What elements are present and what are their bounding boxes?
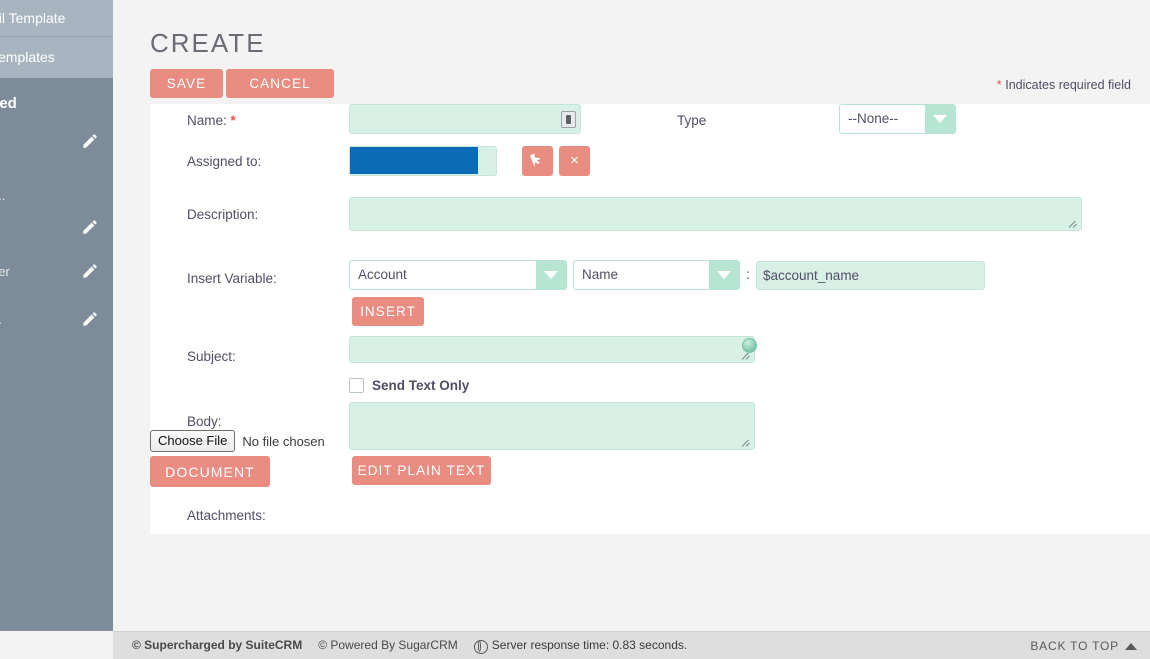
sidebar-list-item-label: .... [0,188,6,203]
app-root: ail Template Templates ved .... - [0,0,1150,659]
assigned-to-clear-button[interactable]: × [559,146,590,176]
send-text-only-label: Send Text Only [372,378,470,393]
chevron-down-icon[interactable] [536,261,566,289]
name-label: Name: * [187,113,236,128]
assigned-to-label: Assigned to: [187,154,262,169]
subject-label: Subject: [187,349,236,364]
close-icon: × [570,152,579,169]
insert-variable-label: Insert Variable: [187,271,277,286]
caret-up-icon [1125,642,1137,650]
pencil-icon[interactable] [81,262,99,280]
insert-variable-separator: : [746,266,750,282]
chevron-down-icon[interactable] [925,105,955,133]
chevron-down-icon[interactable] [709,261,739,289]
description-label: Description: [187,207,259,222]
footer-left-group: © Supercharged by SuiteCRM © Powered By … [132,638,688,654]
sidebar-list-item-label: der [0,264,10,279]
insert-variable-value-input[interactable] [756,261,985,290]
insert-variable-module-value: Account [358,267,407,282]
sidebar-list-item[interactable]: ... [0,296,113,340]
name-input[interactable] [349,104,581,134]
assigned-to-input[interactable] [349,146,497,176]
footer-server-time-text: Server response time: 0.83 seconds. [491,638,688,652]
subject-input[interactable] [349,336,755,363]
sidebar-list-item-label: ... [0,312,2,327]
form-panel: Name: * Type --None-- Assigned to: × Des… [150,104,1150,534]
sidebar-list-item[interactable]: der [0,252,113,296]
insert-variable-field-select[interactable]: Name [573,260,740,290]
required-asterisk: * [230,113,236,128]
page-title: CREATE [150,28,266,58]
document-button[interactable]: DOCUMENT [150,456,270,487]
insert-variable-module-select[interactable]: Account [349,260,567,290]
save-button[interactable]: SAVE [150,69,223,98]
file-chooser[interactable]: Choose File No file chosen [150,430,325,452]
assigned-to-select-button[interactable] [522,146,553,176]
sidebar-menu-item-templates[interactable]: Templates [0,37,113,78]
cancel-button[interactable]: CANCEL [226,69,334,98]
pencil-icon[interactable] [81,218,99,236]
cursor-arrow-icon [529,151,545,168]
choose-file-button[interactable]: Choose File [150,430,236,452]
insert-variable-field-value: Name [582,267,619,282]
sidebar-menu-item-label: ail Template [0,10,66,26]
sidebar-menu-item-email-template[interactable]: ail Template [0,0,113,37]
card-badge-icon [561,111,576,128]
no-file-chosen-text: No file chosen [242,433,325,449]
sidebar: ail Template Templates ved .... - [0,0,113,631]
sidebar-list-item[interactable] [0,122,113,166]
back-to-top-link[interactable]: BACK TO TOP [1030,639,1137,653]
sidebar-menu-item-label: Templates [0,49,55,65]
required-field-note: * Indicates required field [997,77,1131,92]
required-note-text: Indicates required field [1005,78,1131,92]
sidebar-list-item[interactable]: .... [0,166,113,208]
sidebar-list-item[interactable]: - [0,208,113,252]
description-input[interactable] [349,197,1082,231]
subject-status-dot-icon [742,338,757,353]
back-to-top-label: BACK TO TOP [1030,639,1119,653]
main-content: CREATE SAVE CANCEL * Indicates required … [113,0,1150,631]
pencil-icon[interactable] [81,132,99,150]
pencil-icon[interactable] [81,310,99,328]
send-text-only-checkbox[interactable] [349,378,364,393]
body-input[interactable] [349,402,755,450]
edit-plain-text-button[interactable]: EDIT PLAIN TEXT [352,456,491,485]
type-select-value: --None-- [848,111,899,126]
body-label: Body: [187,414,222,429]
type-select[interactable]: --None-- [839,104,956,134]
attachments-label: Attachments: [187,508,266,523]
required-asterisk: * [996,77,1002,92]
type-label: Type [677,113,707,128]
sidebar-section-title: ved [0,95,17,112]
footer-server-time: Server response time: 0.83 seconds. [473,638,688,654]
footer: © Supercharged by SuiteCRM © Powered By … [113,631,1150,659]
footer-powered-text: © Powered By SugarCRM [318,638,458,652]
globe-icon [473,639,488,654]
insert-button[interactable]: INSERT [352,297,424,326]
footer-supercharged-text: © Supercharged by SuiteCRM [132,638,303,652]
